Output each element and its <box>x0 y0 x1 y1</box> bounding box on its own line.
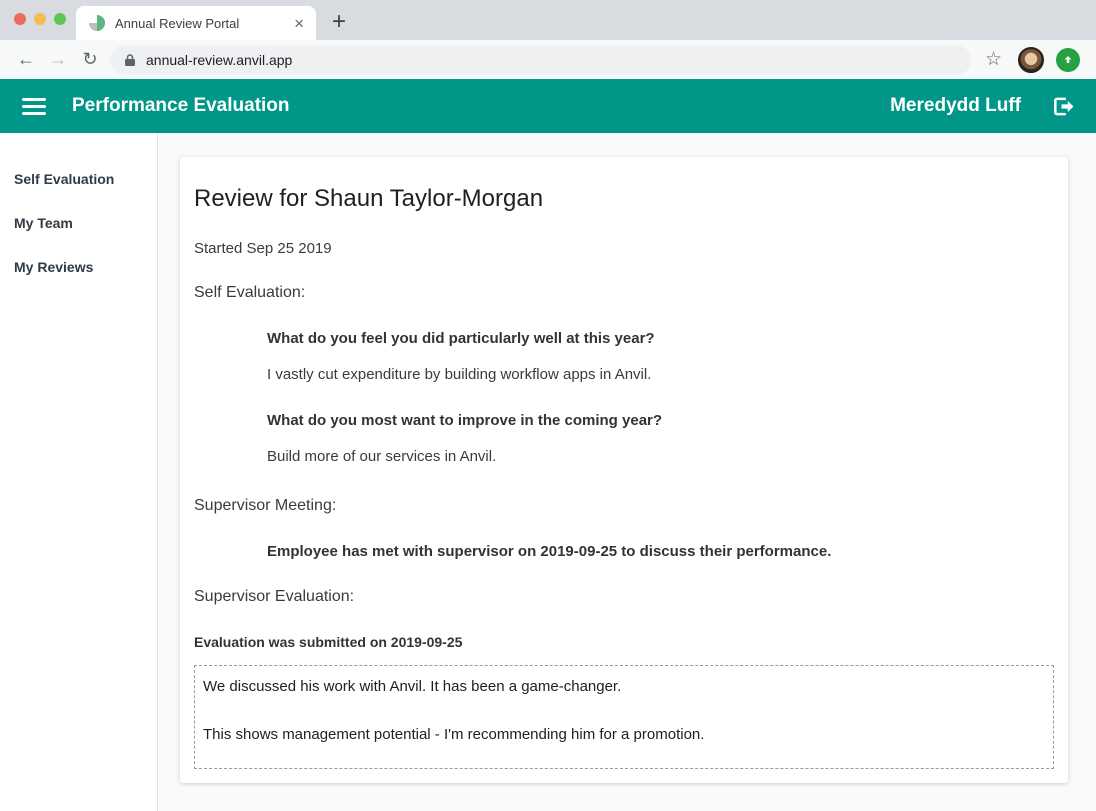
browser-profile-avatar[interactable] <box>1018 47 1044 73</box>
lock-icon <box>124 53 136 67</box>
sidebar-item-my-team[interactable]: My Team <box>0 203 157 243</box>
app-title: Performance Evaluation <box>72 95 290 117</box>
address-bar[interactable]: annual-review.anvil.app <box>110 45 971 75</box>
answer-1: I vastly cut expenditure by building wor… <box>267 366 1054 384</box>
app-header: Performance Evaluation Meredydd Luff <box>0 79 1096 133</box>
browser-toolbar: ← → ↻ annual-review.anvil.app ☆ <box>0 40 1096 79</box>
logout-icon[interactable] <box>1051 96 1074 117</box>
tab-strip: Annual Review Portal × + <box>0 0 1096 40</box>
answer-2: Build more of our services in Anvil. <box>267 448 1054 466</box>
new-tab-button[interactable]: + <box>332 10 346 34</box>
self-evaluation-heading: Self Evaluation: <box>194 283 1054 302</box>
main-content: Review for Shaun Taylor-Morgan Started S… <box>158 133 1096 811</box>
reload-icon[interactable]: ↻ <box>74 49 106 70</box>
zoom-window-button[interactable] <box>54 13 66 25</box>
page-title: Review for Shaun Taylor-Morgan <box>194 185 1054 213</box>
browser-tab[interactable]: Annual Review Portal × <box>76 6 316 40</box>
bookmark-star-icon[interactable]: ☆ <box>985 48 1002 71</box>
menu-icon[interactable] <box>22 98 46 115</box>
evaluation-submitted-status: Evaluation was submitted on 2019-09-25 <box>194 634 1054 651</box>
question-1: What do you feel you did particularly we… <box>267 330 1054 348</box>
tab-title: Annual Review Portal <box>115 16 290 31</box>
sidebar-item-self-evaluation[interactable]: Self Evaluation <box>0 159 157 199</box>
back-icon[interactable]: ← <box>10 49 42 70</box>
close-window-button[interactable] <box>14 13 26 25</box>
sidebar-item-my-reviews[interactable]: My Reviews <box>0 247 157 287</box>
supervisor-evaluation-heading: Supervisor Evaluation: <box>194 587 1054 606</box>
supervisor-meeting-heading: Supervisor Meeting: <box>194 496 1054 515</box>
window-controls <box>14 13 66 25</box>
review-card: Review for Shaun Taylor-Morgan Started S… <box>180 157 1068 783</box>
forward-icon: → <box>42 49 74 70</box>
supervisor-comments-textarea[interactable]: We discussed his work with Anvil. It has… <box>194 665 1054 769</box>
sidebar: Self Evaluation My Team My Reviews <box>0 133 158 811</box>
user-name[interactable]: Meredydd Luff <box>890 95 1021 117</box>
supervisor-meeting-status: Employee has met with supervisor on 2019… <box>267 543 1054 561</box>
tab-close-icon[interactable]: × <box>290 15 308 32</box>
minimize-window-button[interactable] <box>34 13 46 25</box>
page-body: Self Evaluation My Team My Reviews Revie… <box>0 133 1096 811</box>
url-text: annual-review.anvil.app <box>146 52 292 68</box>
anvil-favicon-icon <box>89 15 105 31</box>
browser-update-icon[interactable] <box>1056 48 1080 72</box>
question-2: What do you most want to improve in the … <box>267 412 1054 430</box>
started-date: Started Sep 25 2019 <box>194 240 1054 258</box>
